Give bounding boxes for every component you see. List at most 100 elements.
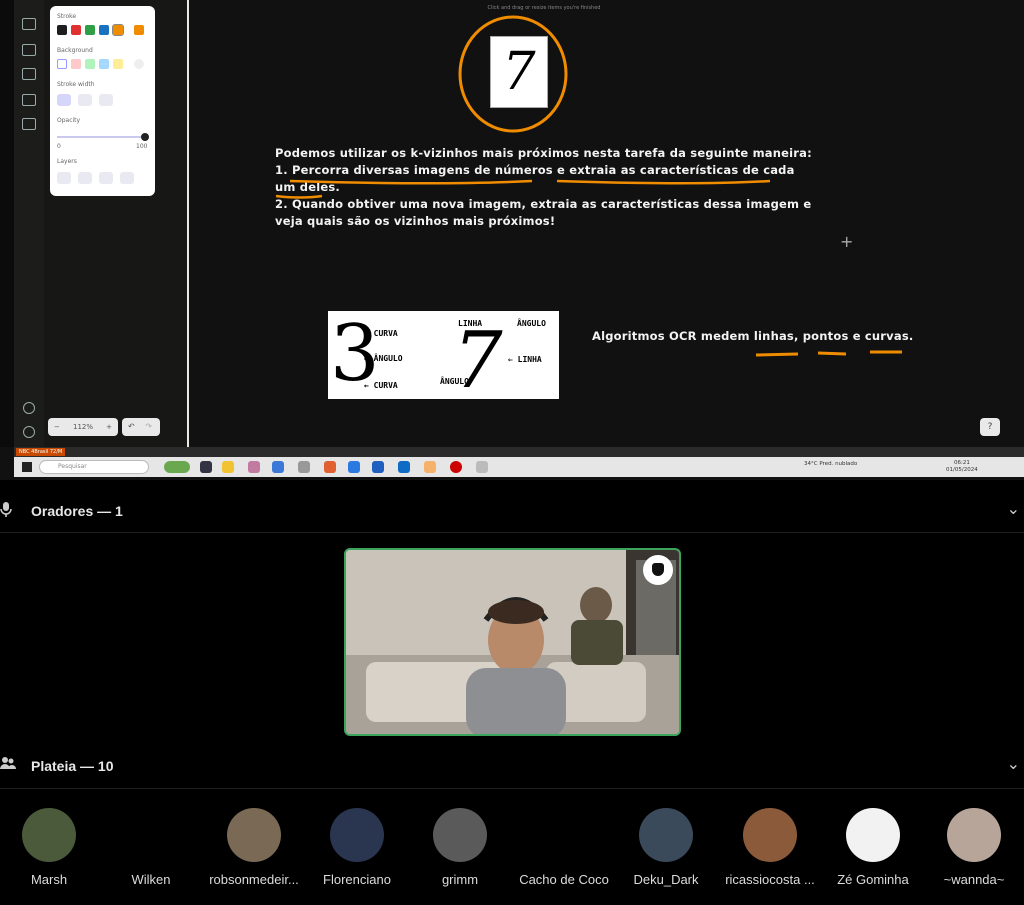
ocr-diagram[interactable]: 3 ← CURVA ← ÂNGULO ← CURVA 7 LINHA ÂNGUL… bbox=[328, 311, 559, 401]
zoom-out-button[interactable]: − bbox=[48, 418, 60, 436]
avatar bbox=[743, 808, 797, 862]
opacity-slider[interactable] bbox=[57, 136, 145, 138]
shape-tool-icon[interactable] bbox=[22, 44, 36, 56]
chevron-down-icon[interactable]: ⌄ bbox=[1007, 499, 1020, 518]
avatar bbox=[537, 808, 591, 862]
member-name: Wilken bbox=[131, 872, 171, 887]
app-icon[interactable] bbox=[424, 461, 436, 473]
app-icon[interactable] bbox=[298, 461, 310, 473]
width-extra-button[interactable] bbox=[99, 94, 113, 106]
app-icon[interactable] bbox=[372, 461, 384, 473]
windows-taskbar: Pesquisar 34°C Pred. nublado 06:21 01/05… bbox=[14, 457, 1024, 477]
bring-forward-button[interactable] bbox=[99, 172, 113, 184]
audience-member[interactable]: grimm bbox=[410, 808, 510, 887]
bg-custom-swatch[interactable] bbox=[134, 59, 144, 69]
undo-redo[interactable]: ↶ ↷ bbox=[122, 418, 160, 436]
send-backward-button[interactable] bbox=[78, 172, 92, 184]
status-tag: NBC 4Brasil 72/M bbox=[16, 448, 66, 456]
widget-icon[interactable] bbox=[164, 461, 190, 473]
audience-member[interactable]: Florenciano bbox=[307, 808, 407, 887]
clock-date[interactable]: 01/05/2024 bbox=[946, 467, 978, 473]
chevron-down-icon[interactable]: ⌄ bbox=[1007, 754, 1020, 773]
screen-share: Stroke Background Stroke width Opacity 0… bbox=[0, 0, 1024, 480]
member-name: grimm bbox=[441, 872, 479, 887]
underline-marks bbox=[275, 179, 771, 199]
brave-icon[interactable] bbox=[324, 461, 336, 473]
draw-tool-icon[interactable] bbox=[22, 18, 36, 30]
gear-icon[interactable] bbox=[23, 426, 35, 438]
digit-image[interactable]: 7 bbox=[490, 36, 548, 108]
speaker-video-tile[interactable] bbox=[344, 548, 681, 736]
speakers-title: Oradores — 1 bbox=[31, 503, 123, 519]
grid-tool-icon[interactable] bbox=[22, 68, 36, 80]
width-thin-button[interactable] bbox=[57, 94, 71, 106]
shield-icon bbox=[652, 563, 664, 576]
clock-time[interactable]: 06:21 bbox=[954, 460, 970, 466]
width-bold-button[interactable] bbox=[78, 94, 92, 106]
app-icon[interactable] bbox=[476, 461, 488, 473]
help-button[interactable]: ? bbox=[980, 418, 1000, 436]
bg-swatch[interactable] bbox=[113, 59, 123, 69]
divider bbox=[0, 788, 1024, 789]
opacity-slider-thumb[interactable] bbox=[141, 133, 149, 141]
avatar bbox=[639, 808, 693, 862]
send-to-back-button[interactable] bbox=[57, 172, 71, 184]
bookmark-icon[interactable] bbox=[22, 118, 36, 130]
redo-button[interactable]: ↷ bbox=[145, 422, 152, 431]
windows-start-icon[interactable] bbox=[22, 462, 32, 472]
bring-to-front-button[interactable] bbox=[120, 172, 134, 184]
audience-member[interactable]: ~wannda~ bbox=[924, 808, 1024, 887]
audience-member[interactable]: Cacho de Coco bbox=[514, 808, 614, 887]
settings-icon[interactable] bbox=[23, 402, 35, 414]
taskbar-search[interactable]: Pesquisar bbox=[39, 460, 149, 474]
stroke-swatch[interactable] bbox=[71, 25, 81, 35]
canvas-hint: Click and drag or resize items you're fi… bbox=[487, 5, 601, 11]
speakers-section-header[interactable]: Oradores — 1 ⌄ bbox=[0, 497, 1024, 527]
audience-member[interactable]: Deku_Dark bbox=[616, 808, 716, 887]
bg-swatch[interactable] bbox=[57, 59, 67, 69]
audience-section-header[interactable]: Plateia — 10 ⌄ bbox=[0, 752, 1024, 782]
bg-swatch[interactable] bbox=[99, 59, 109, 69]
background-label: Background bbox=[57, 47, 93, 54]
bg-swatch[interactable] bbox=[71, 59, 81, 69]
stroke-swatch[interactable] bbox=[85, 25, 95, 35]
image-tool-icon[interactable] bbox=[22, 94, 36, 106]
bg-swatch[interactable] bbox=[85, 59, 95, 69]
taskview-icon[interactable] bbox=[200, 461, 212, 473]
app-icon[interactable] bbox=[248, 461, 260, 473]
stroke-width-label: Stroke width bbox=[57, 81, 95, 88]
stroke-swatch[interactable] bbox=[112, 24, 124, 36]
label-angulo: ← ÂNGULO bbox=[364, 354, 403, 363]
label-angulo: ÂNGULO bbox=[517, 319, 546, 328]
stroke-label: Stroke bbox=[57, 13, 77, 20]
audience-member[interactable]: Wilken bbox=[101, 808, 201, 887]
member-name: ricassiocosta ... bbox=[725, 872, 815, 887]
digit-seven: 7 bbox=[502, 42, 536, 102]
audience-member[interactable]: Marsh bbox=[0, 808, 99, 887]
stroke-custom-swatch[interactable] bbox=[134, 25, 144, 35]
properties-panel: Stroke Background Stroke width Opacity 0… bbox=[50, 6, 155, 196]
weather-widget[interactable]: 34°C Pred. nublado bbox=[804, 461, 857, 467]
editor-statusbar: NBC 4Brasil 72/M bbox=[14, 447, 1024, 457]
chrome-icon[interactable] bbox=[272, 461, 284, 473]
audience-member[interactable]: ricassiocosta ... bbox=[720, 808, 820, 887]
tool-rail bbox=[14, 0, 44, 447]
avatar bbox=[947, 808, 1001, 862]
stroke-swatch[interactable] bbox=[57, 25, 67, 35]
label-curva: ← CURVA bbox=[364, 329, 398, 338]
app-icon[interactable] bbox=[450, 461, 462, 473]
edge-icon[interactable] bbox=[348, 461, 360, 473]
zoom-in-button[interactable]: + bbox=[106, 418, 118, 436]
avatar bbox=[124, 808, 178, 862]
opacity-max: 100 bbox=[136, 143, 148, 150]
undo-button[interactable]: ↶ bbox=[128, 422, 135, 431]
zoom-control[interactable]: − 112% + bbox=[48, 418, 118, 436]
member-name: Florenciano bbox=[323, 872, 391, 887]
label-angulo: ÂNGULO bbox=[440, 377, 469, 386]
audience-member[interactable]: Zé Gominha bbox=[823, 808, 923, 887]
avatar bbox=[433, 808, 487, 862]
vscode-icon[interactable] bbox=[398, 461, 410, 473]
stroke-swatch[interactable] bbox=[99, 25, 109, 35]
audience-member[interactable]: robsonmedeir... bbox=[204, 808, 304, 887]
folder-icon[interactable] bbox=[222, 461, 234, 473]
